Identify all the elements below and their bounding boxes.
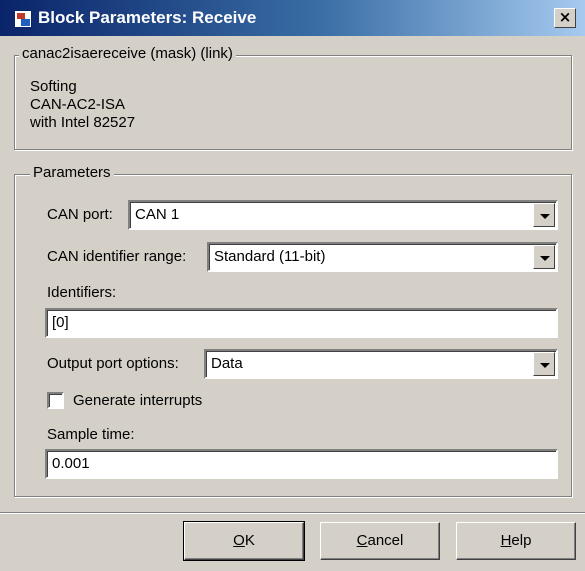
simulink-block-icon xyxy=(14,10,32,28)
help-button[interactable]: Help xyxy=(456,522,576,560)
generate-interrupts-checkbox[interactable] xyxy=(47,392,64,409)
sample-time-field[interactable]: 0.001 xyxy=(45,449,558,479)
description-line-3: with Intel 82527 xyxy=(30,114,136,131)
description-line-2: CAN-AC2-ISA xyxy=(30,96,126,113)
ok-button[interactable]: OK xyxy=(183,521,305,561)
cancel-button[interactable]: Cancel xyxy=(320,522,440,560)
chevron-down-icon xyxy=(540,363,550,368)
can-port-dropdown-button[interactable] xyxy=(533,203,555,227)
window-title: Block Parameters: Receive xyxy=(38,8,257,27)
can-port-dropdown[interactable]: CAN 1 xyxy=(128,200,558,230)
close-icon: × xyxy=(558,8,572,26)
can-port-label: CAN port: xyxy=(47,206,113,223)
chevron-down-icon xyxy=(540,256,550,261)
id-range-dropdown[interactable]: Standard (11-bit) xyxy=(207,242,558,272)
help-button-label-rest: elp xyxy=(511,532,532,549)
identifiers-field[interactable]: [0] xyxy=(45,308,558,338)
chevron-down-icon xyxy=(540,214,550,219)
sample-time-value: 0.001 xyxy=(52,455,90,472)
output-port-label: Output port options: xyxy=(47,355,179,372)
description-line-1: Softing xyxy=(30,78,77,95)
parameters-legend: Parameters xyxy=(30,164,114,181)
button-separator xyxy=(0,512,585,514)
cancel-button-label-rest: ancel xyxy=(367,532,404,549)
output-port-value: Data xyxy=(211,355,243,372)
generate-interrupts-label[interactable]: Generate interrupts xyxy=(73,392,202,409)
help-button-mnemonic: H xyxy=(500,532,512,549)
identifiers-label: Identifiers: xyxy=(47,284,117,301)
output-port-dropdown[interactable]: Data xyxy=(204,349,558,379)
close-button[interactable]: × xyxy=(554,8,576,28)
sample-time-label: Sample time: xyxy=(47,426,135,443)
title-bar[interactable]: Block Parameters: Receive × xyxy=(0,0,585,36)
output-port-dropdown-button[interactable] xyxy=(533,352,555,376)
ok-button-label-rest: K xyxy=(244,532,255,549)
id-range-label: CAN identifier range: xyxy=(47,248,187,265)
identifiers-value: [0] xyxy=(52,314,69,331)
mask-group-legend: canac2isaereceive (mask) (link) xyxy=(19,45,236,62)
id-range-dropdown-button[interactable] xyxy=(533,245,555,269)
ok-button-mnemonic: O xyxy=(233,532,245,549)
block-parameters-dialog: Block Parameters: Receive × canac2isaere… xyxy=(0,0,585,571)
can-port-value: CAN 1 xyxy=(135,206,180,223)
cancel-button-mnemonic: C xyxy=(356,532,368,549)
id-range-value: Standard (11-bit) xyxy=(214,248,326,265)
